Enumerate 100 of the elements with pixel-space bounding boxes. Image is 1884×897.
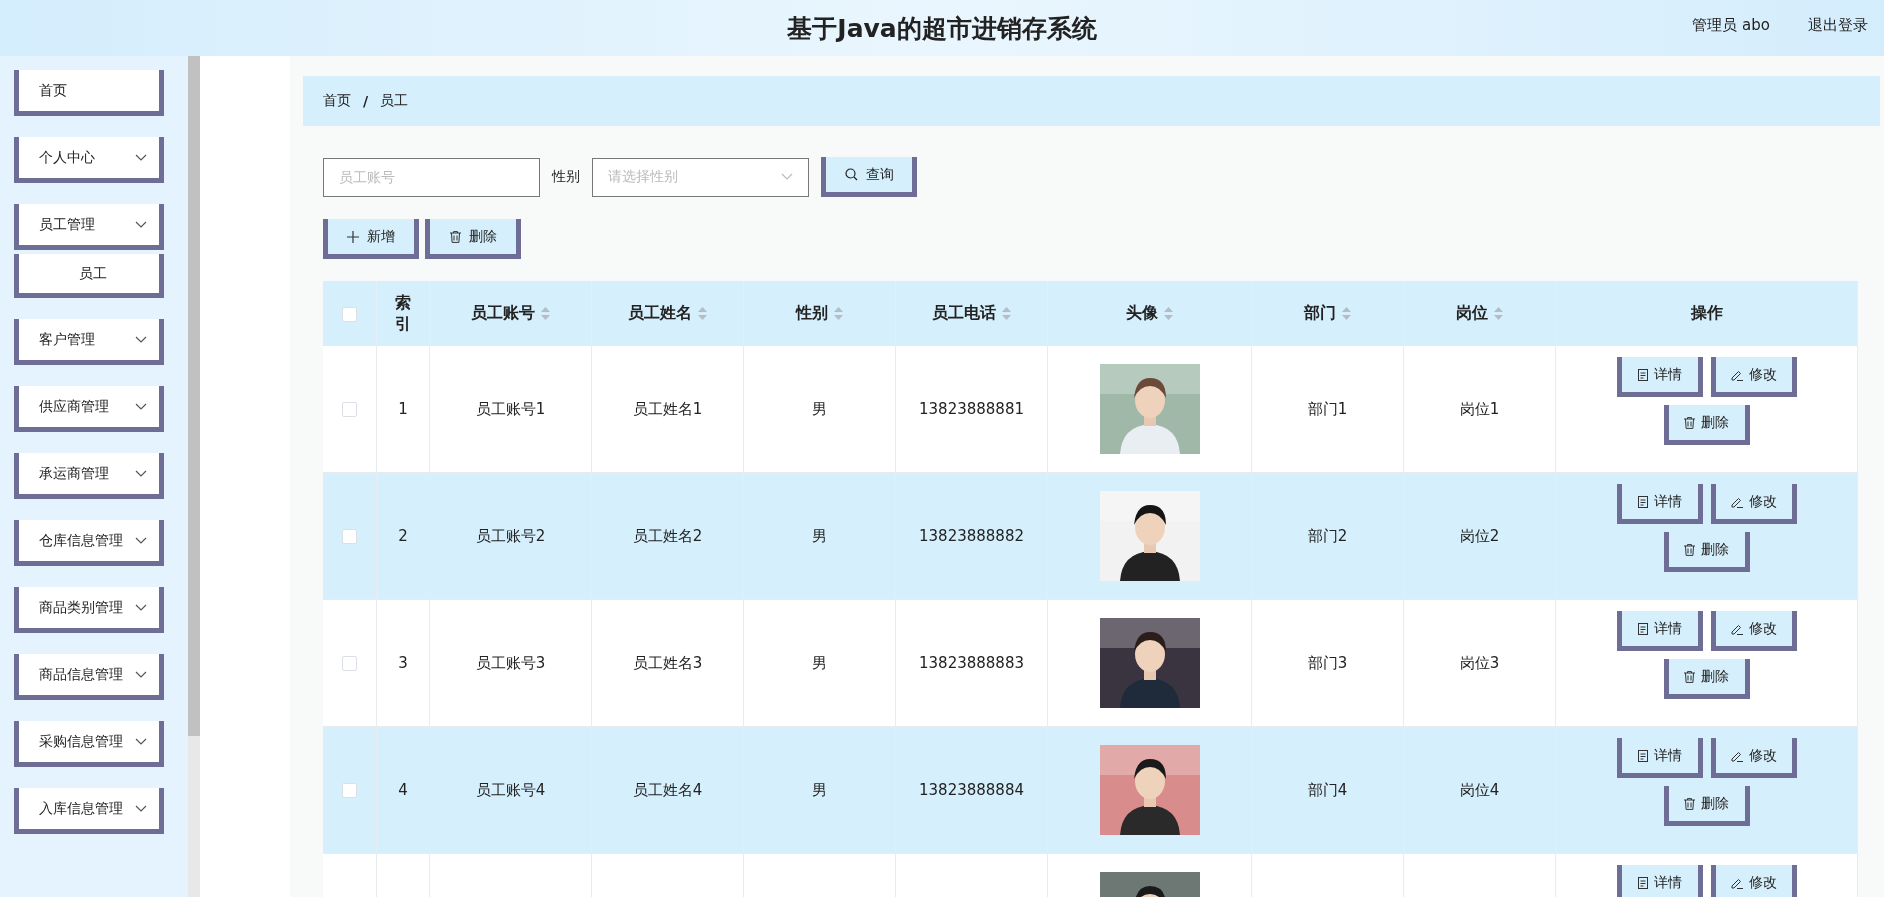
sidebar-item[interactable]: 商品类别管理 [14, 587, 164, 633]
sidebar-item[interactable]: 采购信息管理 [14, 721, 164, 767]
breadcrumb-item: 员工 [380, 92, 409, 110]
table-cell: 13823888884 [919, 781, 1024, 799]
column-header[interactable]: 性别 [796, 303, 828, 324]
table-cell: 员工姓名3 [632, 653, 703, 672]
checkbox[interactable] [342, 307, 357, 322]
chevron-down-icon [135, 153, 147, 162]
chevron-down-icon [135, 603, 147, 612]
sort-icon[interactable] [1494, 307, 1503, 320]
table-cell: 岗位1 [1459, 399, 1500, 418]
table-cell: 13823888881 [919, 400, 1024, 418]
checkbox[interactable] [342, 656, 357, 671]
gender-label: 性别 [552, 168, 580, 186]
query-button[interactable]: 查询 [821, 157, 917, 197]
sidebar-item[interactable]: 客户管理 [14, 319, 164, 365]
column-header[interactable]: 头像 [1126, 303, 1158, 324]
user-name: 管理员 abo [1692, 16, 1770, 35]
chevron-down-icon [135, 220, 147, 229]
document-icon [1637, 622, 1648, 635]
edit-button[interactable]: 修改 [1710, 611, 1797, 651]
table-cell: 2 [398, 527, 408, 545]
add-button[interactable]: 新增 [323, 219, 419, 259]
breadcrumb-item[interactable]: 首页 [323, 92, 351, 110]
sidebar-item[interactable]: 入库信息管理 [14, 788, 164, 834]
chevron-down-icon [135, 335, 147, 344]
table-cell: 员工账号1 [475, 399, 546, 418]
chevron-down-icon [135, 737, 147, 746]
sidebar-item[interactable]: 首页 [14, 70, 164, 116]
sort-icon[interactable] [698, 307, 707, 320]
table-cell: 13823888883 [919, 654, 1024, 672]
plus-icon [347, 230, 359, 243]
details-button[interactable]: 详情 [1616, 357, 1703, 397]
app-title: 基于Java的超市进销存系统 [787, 12, 1097, 45]
delete-button[interactable]: 删除 [425, 219, 521, 259]
table-cell: 部门1 [1307, 399, 1348, 418]
sort-icon[interactable] [541, 307, 550, 320]
details-button[interactable]: 详情 [1616, 738, 1703, 778]
checkbox[interactable] [342, 529, 357, 544]
table-cell: 岗位4 [1459, 780, 1500, 799]
table-cell: 3 [398, 654, 408, 672]
trash-icon [449, 230, 461, 243]
sidebar-item[interactable]: 仓库信息管理 [14, 520, 164, 566]
sidebar-item[interactable]: 承运商管理 [14, 453, 164, 499]
table-cell: 男 [812, 399, 827, 418]
details-button[interactable]: 详情 [1616, 484, 1703, 524]
document-icon [1637, 495, 1648, 508]
delete-button[interactable]: 删除 [1663, 405, 1750, 445]
pencil-icon [1730, 368, 1743, 381]
sidebar-item[interactable]: 员工管理 [14, 204, 164, 250]
pencil-icon [1730, 876, 1743, 889]
edit-button[interactable]: 修改 [1710, 484, 1797, 524]
pencil-icon [1730, 495, 1743, 508]
table-cell: 部门4 [1307, 780, 1348, 799]
sidebar-item[interactable]: 个人中心 [14, 137, 164, 183]
column-header[interactable]: 岗位 [1456, 303, 1488, 324]
logout-link[interactable]: 退出登录 [1808, 16, 1868, 35]
table-cell: 员工账号3 [475, 653, 546, 672]
scrollbar[interactable] [188, 56, 200, 897]
table-cell: 男 [812, 780, 827, 799]
edit-button[interactable]: 修改 [1710, 738, 1797, 778]
document-icon [1637, 749, 1648, 762]
document-icon [1637, 876, 1648, 889]
details-button[interactable]: 详情 [1616, 865, 1703, 897]
checkbox[interactable] [342, 402, 357, 417]
chevron-down-icon [135, 469, 147, 478]
sort-icon[interactable] [1002, 307, 1011, 320]
trash-icon [1684, 670, 1695, 683]
table-cell: 员工姓名2 [632, 526, 703, 545]
sort-icon[interactable] [834, 307, 843, 320]
column-header[interactable]: 部门 [1304, 303, 1336, 324]
edit-button[interactable]: 修改 [1710, 357, 1797, 397]
details-button[interactable]: 详情 [1616, 611, 1703, 651]
table-cell: 男 [812, 653, 827, 672]
sidebar-subitem[interactable]: 员工 [14, 254, 164, 298]
delete-button[interactable]: 删除 [1663, 532, 1750, 572]
chevron-down-icon [135, 804, 147, 813]
delete-button[interactable]: 删除 [1663, 786, 1750, 826]
sidebar-item[interactable]: 供应商管理 [14, 386, 164, 432]
pencil-icon [1730, 622, 1743, 635]
checkbox[interactable] [342, 783, 357, 798]
trash-icon [1684, 416, 1695, 429]
sort-icon[interactable] [1164, 307, 1173, 320]
table-cell: 1 [398, 400, 408, 418]
chevron-down-icon [781, 173, 793, 181]
sidebar-item[interactable]: 商品信息管理 [14, 654, 164, 700]
column-header[interactable]: 员工账号 [471, 303, 535, 324]
search-icon [844, 168, 858, 181]
sort-icon[interactable] [1342, 307, 1351, 320]
edit-button[interactable]: 修改 [1710, 865, 1797, 897]
column-header[interactable]: 员工电话 [932, 303, 996, 324]
column-header[interactable]: 员工姓名 [628, 303, 692, 324]
table-cell: 男 [812, 526, 827, 545]
table-cell: 岗位3 [1459, 653, 1500, 672]
document-icon [1637, 368, 1648, 381]
account-search-field[interactable]: 员工账号 [323, 157, 540, 197]
table-cell: 部门3 [1307, 653, 1348, 672]
delete-button[interactable]: 删除 [1663, 659, 1750, 699]
table-cell: 部门2 [1307, 526, 1348, 545]
table-cell: 员工姓名4 [632, 780, 703, 799]
